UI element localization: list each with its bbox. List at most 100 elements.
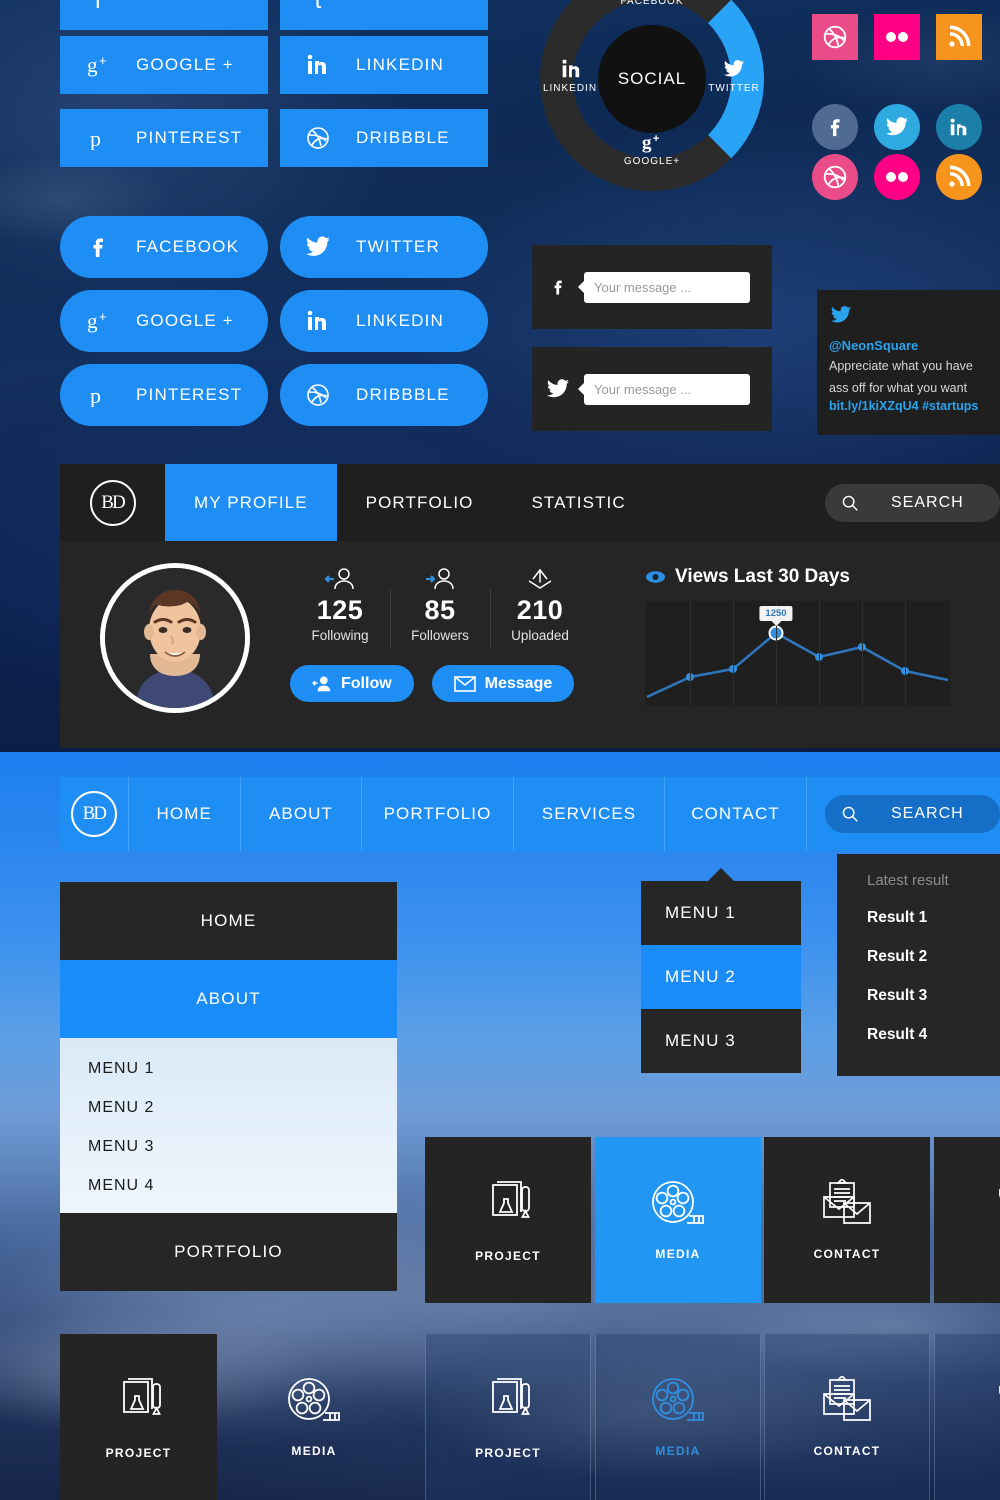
chart-plot[interactable]: 1250 <box>645 601 950 706</box>
social-donut-chart[interactable]: SOCIAL FACEBOOK TWITTER g + GOOGLE+ LINKE… <box>536 0 768 195</box>
twitter-message-input[interactable]: Your message ... <box>584 373 750 405</box>
flat-circle-dribbble[interactable] <box>812 154 858 200</box>
tweet-link[interactable]: bit.ly/1kiXZqU4 #startups <box>829 398 1000 415</box>
social-pill-button-linkedin[interactable]: LINKEDIN <box>280 290 488 352</box>
facebook-icon: f <box>94 0 102 14</box>
social-pill-button-dribbble[interactable]: DRIBBBLE <box>280 364 488 426</box>
media-reel-icon <box>285 1376 343 1428</box>
dropdown-item-menu-3[interactable]: MENU 3 <box>641 1009 801 1073</box>
trophy-icon <box>991 1376 1000 1428</box>
twitter-message-box[interactable]: Your message ... <box>532 347 772 431</box>
result-item-2[interactable]: Result 2 <box>867 948 1000 966</box>
tile-media-glass[interactable]: MEDIA <box>595 1334 761 1500</box>
tile-project-glass[interactable]: PROJECT <box>425 1334 591 1500</box>
search-input-blue[interactable]: SEARCH <box>825 795 1000 833</box>
message-button[interactable]: Message <box>431 665 575 702</box>
tab-my-profile[interactable]: MY PROFILE <box>165 464 337 541</box>
social-square-button-linkedin[interactable]: LINKEDIN <box>280 36 488 94</box>
accordion-item-portfolio[interactable]: PORTFOLIO <box>60 1213 397 1291</box>
svg-text:g: g <box>87 309 98 333</box>
search-input[interactable]: SEARCH <box>825 483 1000 522</box>
envelope-icon <box>453 675 476 692</box>
tile-achievement[interactable]: ACHI <box>934 1137 1000 1303</box>
flat-circle-linkedin[interactable] <box>936 104 982 150</box>
tile-contact[interactable]: CONTACT <box>764 1137 930 1303</box>
submenu-item-2[interactable]: MENU 2 <box>88 1099 397 1117</box>
tile-label: PROJECT <box>105 1446 172 1460</box>
social-square-button-dribbble[interactable]: DRIBBBLE <box>280 109 488 167</box>
donut-label-twitter: TWITTER <box>708 83 760 94</box>
submenu-item-4[interactable]: MENU 4 <box>88 1177 397 1195</box>
views-chart: Views Last 30 Days 1250 <box>645 566 950 706</box>
tweet-card[interactable]: @NeonSquare Appreciate what you have ass… <box>817 290 1000 435</box>
nav-item-home[interactable]: HOME <box>129 777 241 851</box>
submenu-item-1[interactable]: MENU 1 <box>88 1060 397 1078</box>
tile-project-bottom[interactable]: PROJECT <box>60 1334 217 1500</box>
dropdown-item-menu-2[interactable]: MENU 2 <box>641 945 801 1009</box>
nav-item-contact[interactable]: CONTACT <box>665 777 807 851</box>
trophy-icon <box>991 1179 1000 1231</box>
stat-followers[interactable]: 85 Followers <box>390 563 490 649</box>
tile-label: MEDIA <box>655 1444 701 1458</box>
social-pill-button-google-plus[interactable]: g + GOOGLE + <box>60 290 268 352</box>
social-square-label: LINKEDIN <box>356 55 445 74</box>
twitter-icon <box>684 58 784 80</box>
flat-square-flickr[interactable] <box>874 14 920 60</box>
social-pill-button-twitter[interactable]: TWITTER <box>280 216 488 278</box>
social-pill-button-pinterest[interactable]: p PINTEREST <box>60 364 268 426</box>
donut-segment-linkedin[interactable]: LINKEDIN <box>520 58 620 94</box>
tab-statistic[interactable]: STATISTIC <box>502 464 654 541</box>
social-pill-button-facebook[interactable]: FACEBOOK <box>60 216 268 278</box>
facebook-message-box[interactable]: Your message ... <box>532 245 772 329</box>
donut-segment-twitter[interactable]: TWITTER <box>684 58 784 94</box>
social-pill-label: PINTEREST <box>136 385 243 404</box>
tile-contact-glass[interactable]: CONTACT <box>764 1334 930 1500</box>
user-followers-icon <box>390 563 490 595</box>
social-square-button-google-plus[interactable]: g + GOOGLE + <box>60 36 268 94</box>
tweet-handle[interactable]: @NeonSquare <box>829 338 1000 353</box>
flat-square-dribbble[interactable] <box>812 14 858 60</box>
brand-logo-blue[interactable]: BD <box>60 777 129 851</box>
social-square-button-facebook-cut[interactable]: f <box>60 0 268 30</box>
stat-following[interactable]: 125 Following <box>290 563 390 643</box>
nav-item-portfolio[interactable]: PORTFOLIO <box>362 777 514 851</box>
nav-label: PORTFOLIO <box>383 804 492 823</box>
social-square-button-twitter-cut[interactable]: t <box>280 0 488 30</box>
social-square-label: DRIBBBLE <box>356 128 450 147</box>
tile-label: CONTACT <box>813 1444 881 1458</box>
follow-button[interactable]: Follow <box>290 665 414 702</box>
flat-square-rss[interactable] <box>936 14 982 60</box>
tile-project[interactable]: PROJECT <box>425 1137 591 1303</box>
pinterest-icon: p <box>60 126 136 150</box>
donut-segment-google-plus[interactable]: g + GOOGLE+ <box>602 131 702 167</box>
result-item-4[interactable]: Result 4 <box>867 1026 1000 1044</box>
donut-segment-facebook[interactable]: FACEBOOK <box>602 0 702 7</box>
tab-portfolio[interactable]: PORTFOLIO <box>337 464 503 541</box>
result-item-1[interactable]: Result 1 <box>867 909 1000 927</box>
flat-circle-facebook[interactable] <box>812 104 858 150</box>
nav-item-about[interactable]: ABOUT <box>241 777 362 851</box>
chart-title-row: Views Last 30 Days <box>645 566 950 588</box>
facebook-message-input[interactable]: Your message ... <box>584 271 750 303</box>
flat-circle-flickr[interactable] <box>874 154 920 200</box>
flat-circle-rss[interactable] <box>936 154 982 200</box>
accordion-item-home[interactable]: HOME <box>60 882 397 960</box>
accordion-item-about[interactable]: ABOUT <box>60 960 397 1038</box>
tile-achievement-glass[interactable]: ACHI <box>934 1334 1000 1500</box>
nav-item-services[interactable]: SERVICES <box>514 777 665 851</box>
stat-uploaded[interactable]: 210 Uploaded <box>490 563 590 649</box>
flat-circle-twitter[interactable] <box>874 104 920 150</box>
avatar[interactable] <box>100 563 250 713</box>
stat-caption: Followers <box>411 628 469 643</box>
social-square-button-pinterest[interactable]: p PINTEREST <box>60 109 268 167</box>
dropdown-label: MENU 3 <box>665 1031 736 1050</box>
dribbble-icon <box>280 383 356 407</box>
tile-media-bottom[interactable]: MEDIA <box>231 1334 397 1500</box>
social-pill-label: GOOGLE + <box>136 311 234 330</box>
accordion-menu: HOME ABOUT MENU 1 MENU 2 MENU 3 MENU 4 P… <box>60 882 397 1291</box>
result-item-3[interactable]: Result 3 <box>867 987 1000 1005</box>
dropdown-item-menu-1[interactable]: MENU 1 <box>641 881 801 945</box>
submenu-item-3[interactable]: MENU 3 <box>88 1138 397 1156</box>
tile-media[interactable]: MEDIA <box>595 1137 761 1303</box>
brand-logo[interactable]: BD <box>60 464 165 541</box>
